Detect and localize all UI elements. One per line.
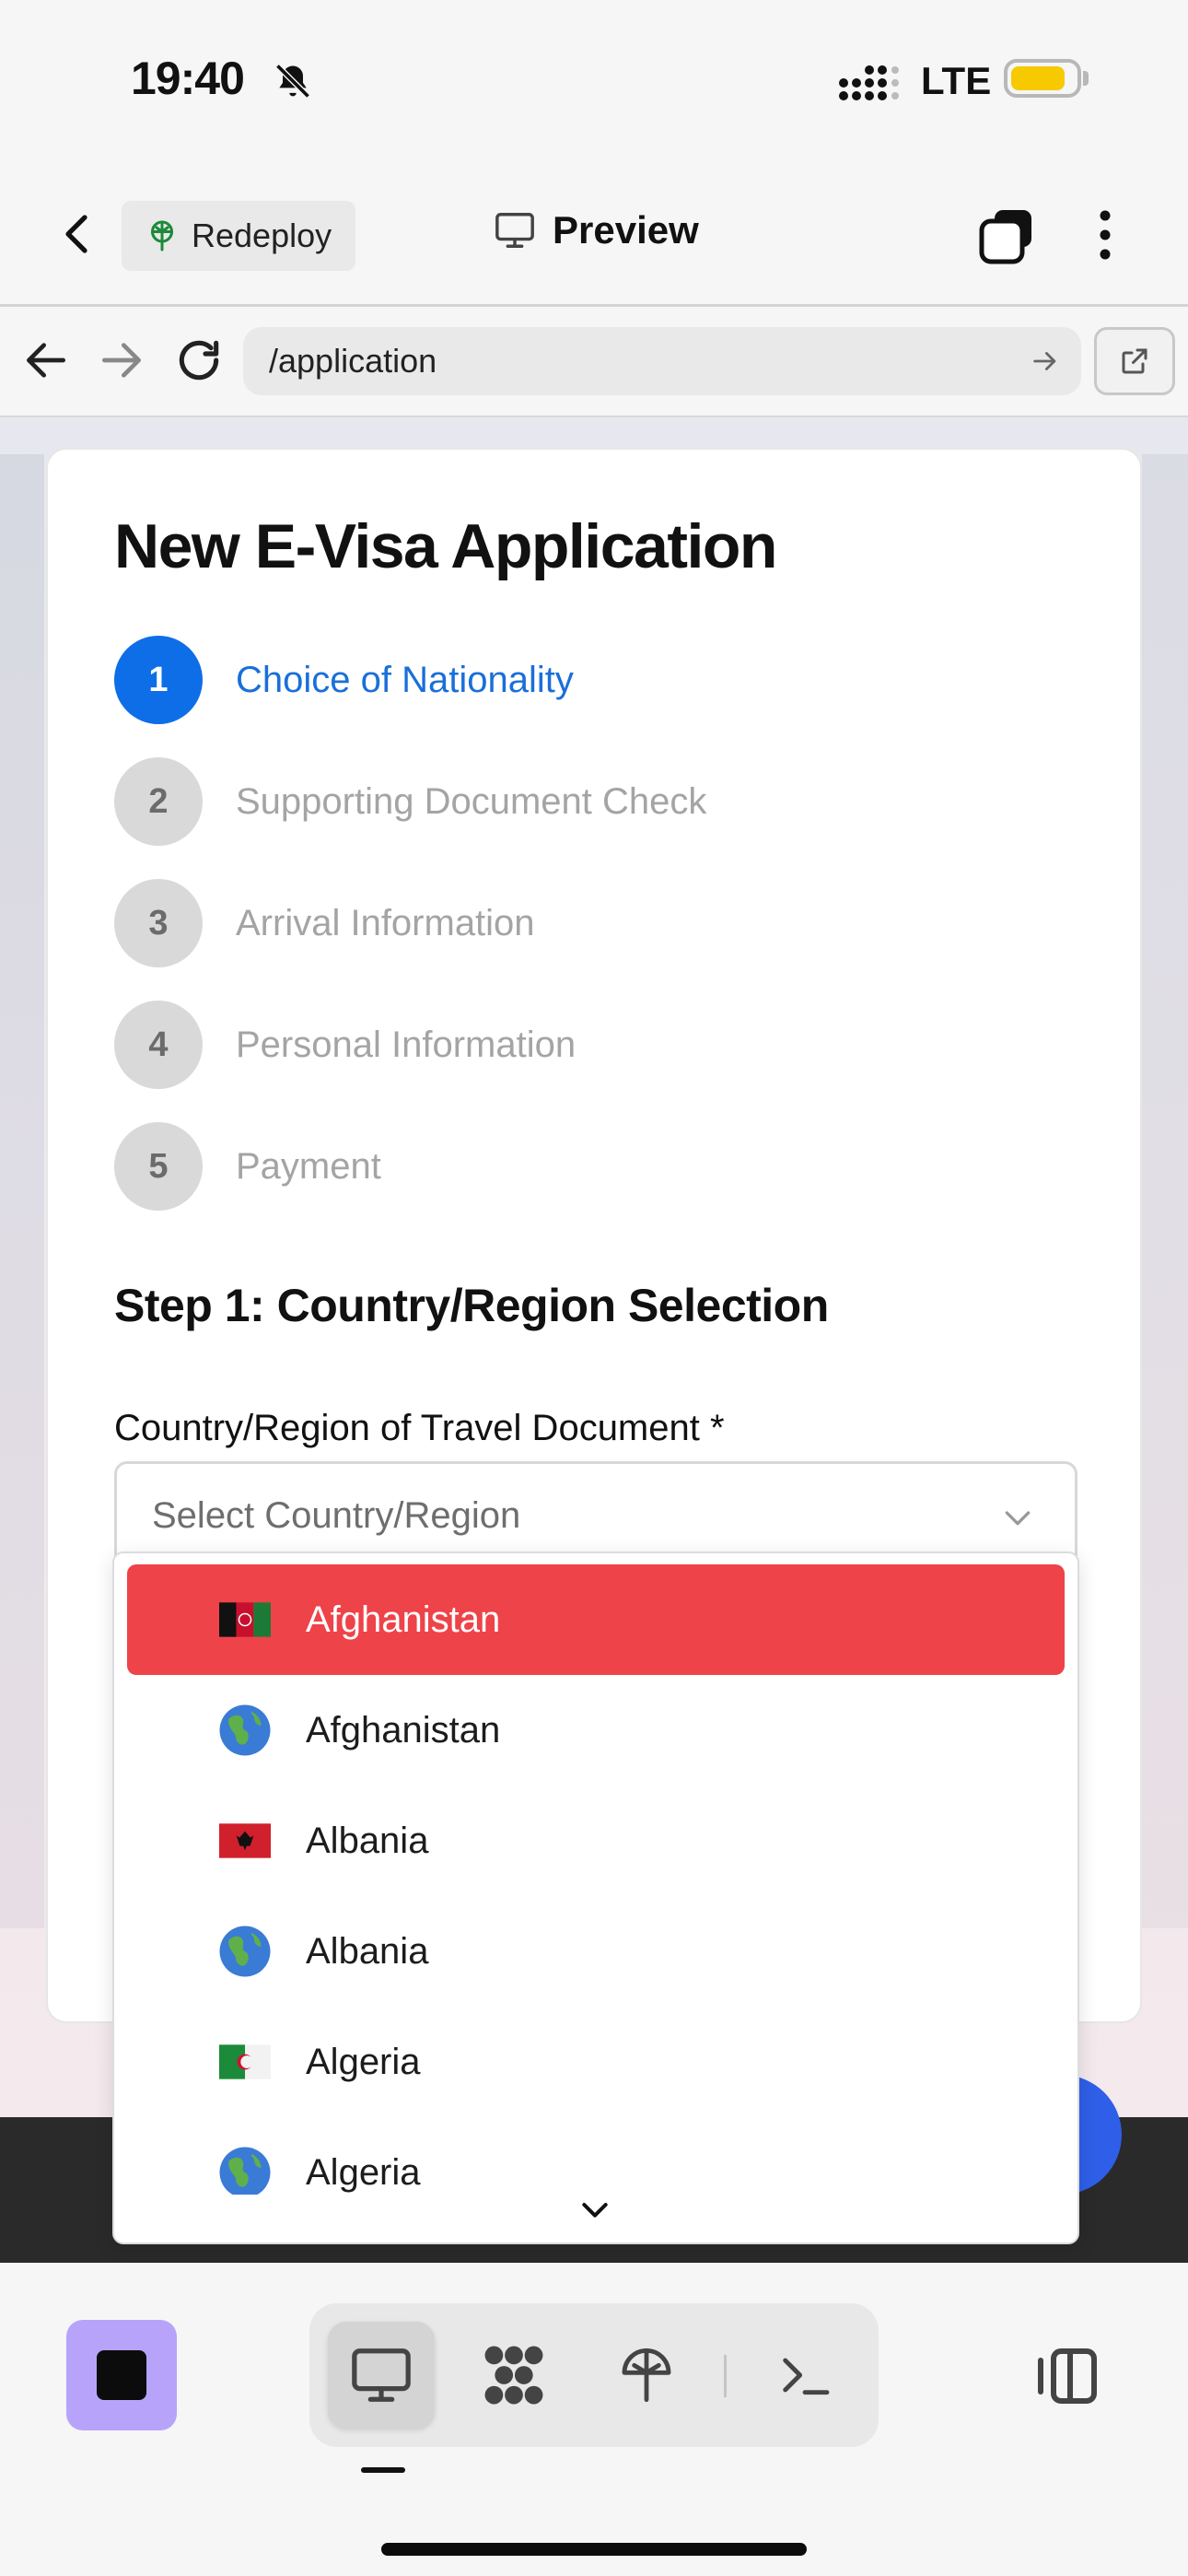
step-label: Choice of Nationality [236,659,574,700]
home-indicator [381,2543,807,2556]
preview-label: Preview [553,208,699,252]
option-albania[interactable]: Albania [127,1786,1065,1896]
preview-tool-button[interactable] [328,2322,435,2429]
step-item[interactable]: 1 Choice of Nationality [114,636,574,724]
globe-icon [217,2145,273,2195]
active-tab-indicator [361,2467,405,2473]
step-item[interactable]: 3 Arrival Information [114,879,535,967]
external-link-icon [1122,348,1147,374]
option-label: Algeria [306,2152,421,2193]
chevron-down-icon[interactable] [577,2191,613,2228]
more-vertical-icon[interactable] [1087,205,1124,265]
step-number: 5 [114,1122,203,1211]
workflows-tool-button[interactable] [460,2322,567,2429]
globe-icon [217,1924,273,1979]
step-number: 3 [114,879,203,967]
tool-group [309,2303,879,2447]
step-label: Arrival Information [236,902,535,943]
option-label: Albania [306,1931,429,1972]
terminal-tool-button[interactable] [751,2322,858,2429]
option-afghanistan[interactable]: Afghanistan [127,1675,1065,1786]
deploy-tool-button[interactable] [593,2322,700,2429]
chevron-left-icon [65,215,87,253]
status-time: 19:40 [131,53,245,104]
step-label: Payment [236,1145,381,1187]
bell-muted-icon [275,64,310,99]
page-title: New E-Visa Application [114,511,777,581]
grid-nodes-icon [484,2346,543,2405]
stop-button[interactable] [66,2320,177,2430]
back-button[interactable] [50,206,105,262]
terminal-icon [783,2358,830,2395]
option-label: Albania [306,1821,429,1861]
tabs-icon[interactable] [976,205,1037,265]
algeria-flag-icon [217,2034,273,2090]
step-item[interactable]: 4 Personal Information [114,1001,576,1089]
preview-title: Preview [494,208,699,252]
network-label: LTE [921,59,992,102]
options-list: Afghanistan Afghanistan Albania Albania … [114,1564,1077,2195]
status-bar: 19:40 LTE [0,0,1188,166]
step-item[interactable]: 2 Supporting Document Check [114,757,706,846]
battery-icon [1004,59,1081,98]
browser-bar: /application [0,307,1188,417]
monitor-icon [495,213,534,248]
option-label: Afghanistan [306,1599,501,1640]
stop-icon [97,2350,146,2400]
signal-icon [839,65,899,100]
country-dropdown: Afghanistan Afghanistan Albania Albania … [112,1551,1079,2244]
background-image [1142,454,1188,1928]
step-number: 1 [114,636,203,724]
monitor-icon [352,2348,411,2402]
battery-tip [1083,71,1089,86]
redeploy-label: Redeploy [192,217,332,254]
option-label: Afghanistan [306,1710,501,1751]
option-algeria[interactable]: Algeria [127,2007,1065,2117]
globe-icon [217,1703,273,1758]
step-number: 2 [114,757,203,846]
section-title: Step 1: Country/Region Selection [114,1280,829,1331]
step-number: 4 [114,1001,203,1089]
app-header: Redeploy Preview [0,166,1188,307]
deploy-icon [151,220,173,252]
option-afghanistan[interactable]: Afghanistan [127,1564,1065,1675]
select-placeholder: Select Country/Region [152,1494,521,1536]
chevron-down-icon [1005,1511,1031,1526]
url-text: /application [269,342,437,380]
redeploy-button[interactable]: Redeploy [122,201,355,271]
bottom-toolbar [0,2263,1188,2576]
option-albania[interactable]: Albania [127,1896,1065,2007]
divider [724,2355,727,2397]
arrow-right-icon[interactable] [96,334,147,386]
refresh-icon[interactable] [173,334,225,386]
field-label: Country/Region of Travel Document * [114,1408,725,1448]
url-field[interactable]: /application [243,327,1081,395]
step-label: Personal Information [236,1024,577,1065]
afghanistan-flag-icon [217,1592,273,1647]
option-algeria[interactable]: Algeria [127,2117,1065,2195]
deploy-icon [622,2348,671,2403]
albania-flag-icon [217,1813,273,1868]
open-external-button[interactable] [1094,327,1175,395]
option-label: Algeria [306,2042,421,2082]
background-image [0,454,44,1928]
arrow-left-icon[interactable] [20,334,72,386]
sidebar-toggle-icon[interactable] [1031,2346,1101,2406]
go-arrow-icon[interactable] [1030,345,1061,377]
step-label: Supporting Document Check [236,780,707,822]
step-item[interactable]: 5 Payment [114,1122,381,1211]
